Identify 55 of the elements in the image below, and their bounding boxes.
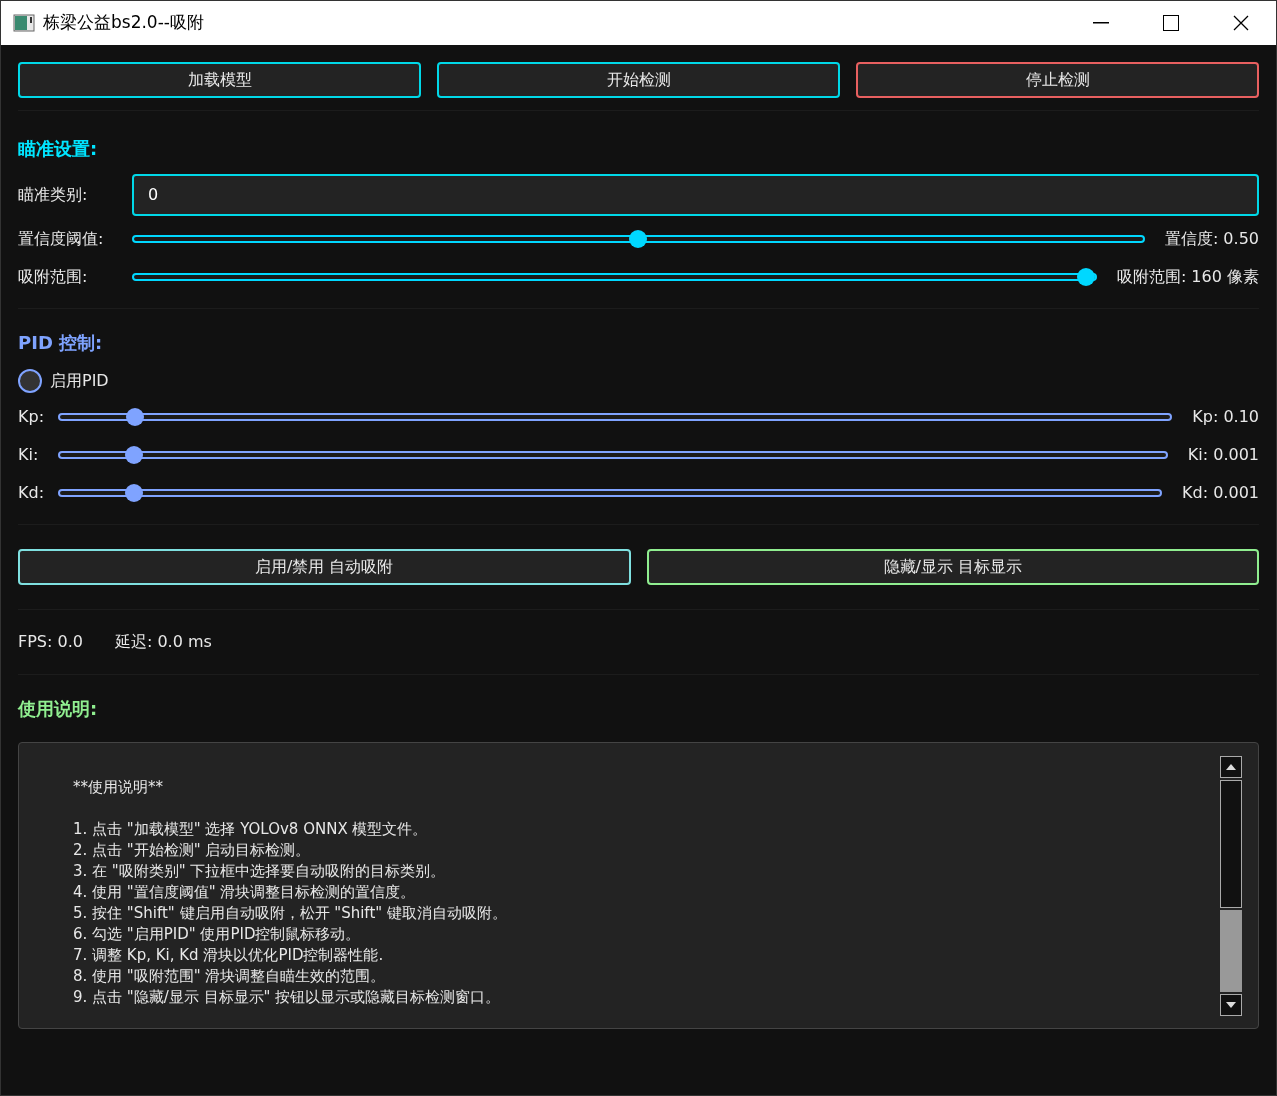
slider-label: 置信度阈值: — [18, 228, 105, 250]
section-heading: 使用说明: — [18, 697, 99, 721]
up-arrow-icon — [1226, 764, 1236, 770]
scroll-up-button[interactable] — [1220, 756, 1242, 778]
instruction-line: 1. 点击 "加载模型" 选择 YOLOv8 ONNX 模型文件。 — [73, 819, 429, 840]
action-button[interactable]: 开始检测 — [437, 62, 840, 98]
slider[interactable] — [132, 229, 1145, 249]
slider-label: 吸附范围: — [18, 266, 89, 288]
slider-label: Ki: — [18, 444, 40, 466]
slider-thumb[interactable] — [125, 446, 144, 464]
slider-value: 置信度: 0.50 — [1163, 228, 1259, 250]
slider-thumb[interactable] — [124, 484, 143, 502]
close-icon — [1233, 15, 1249, 31]
slider-value: Ki: 0.001 — [1186, 444, 1259, 466]
pid-checkbox[interactable] — [18, 369, 42, 393]
class-input[interactable]: 0 — [132, 174, 1259, 216]
stat-text: 延迟: 0.0 ms — [114, 631, 212, 653]
instruction-line: 8. 使用 "吸附范围" 滑块调整自瞄生效的范围。 — [73, 966, 387, 987]
slider[interactable] — [58, 445, 1168, 465]
maximize-icon — [1163, 15, 1179, 31]
action-button[interactable]: 停止检测 — [856, 62, 1259, 98]
instruction-line: 6. 勾选 "启用PID" 使用PID控制鼠标移动。 — [73, 924, 362, 945]
instruction-line: 2. 点击 "开始检测" 启动目标检测。 — [73, 840, 312, 861]
slider-value: 吸附范围: 160 像素 — [1115, 266, 1259, 288]
slider-label: Kp: — [18, 406, 46, 428]
slider[interactable] — [58, 407, 1173, 427]
slider-label: Kd: — [18, 482, 46, 504]
scroll-down-button[interactable] — [1220, 994, 1242, 1016]
window-title: 栋梁公益bs2.0--吸附 — [43, 11, 204, 35]
instruction-line: 9. 点击 "隐藏/显示 目标显示" 按钮以显示或隐藏目标检测窗口。 — [73, 987, 502, 1008]
slider-thumb[interactable] — [629, 230, 648, 248]
slider-thumb[interactable] — [125, 408, 144, 426]
slider[interactable] — [132, 267, 1097, 287]
slider-thumb[interactable] — [1076, 268, 1095, 286]
instruction-line: 4. 使用 "置信度阈值" 滑块调整目标检测的置信度。 — [73, 882, 417, 903]
slider[interactable] — [58, 483, 1163, 503]
field-label: 瞄准类别: — [18, 184, 89, 206]
scroll-thumb[interactable] — [1220, 910, 1242, 992]
down-arrow-icon — [1226, 1002, 1236, 1008]
section-heading: PID 控制: — [18, 331, 104, 355]
scrollbar[interactable] — [1220, 756, 1242, 1016]
instruction-line: 7. 调整 Kp, Ki, Kd 滑块以优化PID控制器性能. — [73, 945, 385, 966]
instruction-line: 3. 在 "吸附类别" 下拉框中选择要自动吸附的目标类别。 — [73, 861, 447, 882]
checkbox-label: 启用PID — [50, 370, 109, 392]
toggle-button[interactable]: 隐藏/显示 目标显示 — [646, 549, 1259, 585]
action-button[interactable]: 加载模型 — [18, 62, 421, 98]
section-heading: 瞄准设置: — [18, 137, 99, 161]
app-icon — [13, 14, 35, 32]
toggle-button[interactable]: 启用/禁用 自动吸附 — [18, 549, 631, 585]
stat-text: FPS: 0.0 — [18, 631, 83, 653]
instructions-title: **使用说明** — [73, 777, 164, 798]
instruction-line: 5. 按住 "Shift" 键启用自动吸附，松开 "Shift" 键取消自动吸附。 — [73, 903, 508, 924]
minimize-icon — [1093, 22, 1109, 24]
slider-value: Kd: 0.001 — [1181, 482, 1259, 504]
slider-value: Kp: 0.10 — [1191, 406, 1259, 428]
